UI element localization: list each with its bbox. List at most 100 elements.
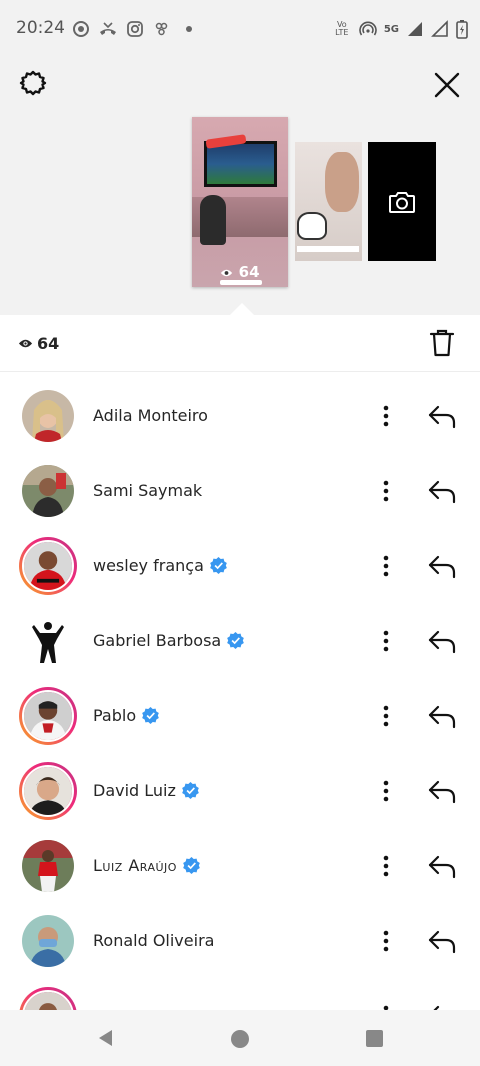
trash-icon[interactable] <box>428 328 456 358</box>
list-item[interactable]: wesley frança <box>0 528 480 603</box>
status-system-icons: Vo LTE 5G <box>332 18 468 40</box>
viewer-name-container: Gabriel Barbosa <box>93 603 245 678</box>
reply-icon[interactable] <box>426 925 458 957</box>
thumbnail-view-count-text: 64 <box>238 263 260 281</box>
battery-icon <box>456 20 468 39</box>
list-item[interactable] <box>0 978 480 1010</box>
avatar-story-ring[interactable] <box>19 987 77 1010</box>
status-time: 20:24 <box>16 18 65 38</box>
story-thumbnail-previous[interactable] <box>295 142 362 261</box>
avatar-image <box>22 390 74 442</box>
view-count: 64 <box>37 334 60 353</box>
list-item[interactable]: Gabriel Barbosa <box>0 603 480 678</box>
app-notification-icon <box>155 22 168 36</box>
list-item[interactable]: Adila Monteiro <box>0 378 480 453</box>
selected-story-pointer <box>230 303 254 315</box>
avatar-image <box>24 992 72 1010</box>
more-options-icon[interactable] <box>376 850 396 882</box>
viewer-name: Sami Saymak <box>93 481 203 500</box>
avatar <box>22 690 74 742</box>
viewer-name: Ronald Oliveira <box>93 931 215 950</box>
eye-icon <box>221 269 233 276</box>
avatar-image <box>22 615 74 667</box>
reply-icon[interactable] <box>426 700 458 732</box>
viewer-name-container: Luiz Araújo <box>93 828 200 903</box>
viewer-name-container: David Luiz <box>93 753 199 828</box>
eye-icon <box>18 339 33 348</box>
avatar[interactable] <box>22 840 74 892</box>
camera-icon <box>389 191 415 213</box>
avatar-image <box>22 465 74 517</box>
thumbnail-caption-bar <box>297 246 359 252</box>
verified-badge-icon <box>210 557 227 574</box>
avatar-story-ring[interactable] <box>19 762 77 820</box>
reply-icon[interactable] <box>426 1000 458 1010</box>
list-item[interactable]: Sami Saymak <box>0 453 480 528</box>
avatar[interactable] <box>22 915 74 967</box>
thumbnail-view-count: 64 <box>192 263 288 281</box>
story-preview-area: 64 <box>0 56 480 315</box>
reply-icon[interactable] <box>426 400 458 432</box>
viewer-name-container: Sami Saymak <box>93 453 202 528</box>
viewer-name: Pablo <box>93 706 137 725</box>
settings-gear-icon[interactable] <box>18 68 48 98</box>
list-item[interactable]: Ronald Oliveira <box>0 903 480 978</box>
avatar-image <box>24 692 72 740</box>
more-options-icon[interactable] <box>376 475 396 507</box>
story-thumbnail-current[interactable]: 64 <box>192 117 288 287</box>
avatar <box>22 540 74 592</box>
network-type: 5G <box>383 23 399 35</box>
viewer-name: Gabriel Barbosa <box>93 631 222 650</box>
thumbnail-image <box>204 141 277 187</box>
more-options-icon[interactable] <box>376 700 396 732</box>
signal-icon <box>431 20 448 37</box>
thumbnail-sticker <box>297 212 327 240</box>
avatar-image <box>22 840 74 892</box>
list-item[interactable]: Luiz Araújo <box>0 828 480 903</box>
avatar-image <box>24 542 72 590</box>
avatar-story-ring[interactable] <box>19 537 77 595</box>
viewer-name: wesley frança <box>93 556 204 575</box>
viewer-name: Adila Monteiro <box>93 406 208 425</box>
viewers-header: 64 <box>0 315 480 372</box>
screen-record-icon <box>73 21 89 37</box>
reply-icon[interactable] <box>426 475 458 507</box>
list-item[interactable]: Pablo <box>0 678 480 753</box>
dot-icon <box>186 26 192 32</box>
reply-icon[interactable] <box>426 850 458 882</box>
avatar-image <box>24 767 72 815</box>
more-options-icon[interactable] <box>376 400 396 432</box>
system-navigation-bar <box>0 1010 480 1066</box>
more-options-icon[interactable] <box>376 775 396 807</box>
close-icon[interactable] <box>432 70 462 100</box>
viewer-name: Luiz Araújo <box>93 856 177 875</box>
viewer-name-container: Adila Monteiro <box>93 378 208 453</box>
avatar <box>22 765 74 817</box>
avatar-story-ring[interactable] <box>19 687 77 745</box>
thumbnail-image <box>325 152 359 212</box>
reply-icon[interactable] <box>426 775 458 807</box>
avatar[interactable] <box>22 390 74 442</box>
status-notification-icons <box>72 20 198 38</box>
more-options-icon[interactable] <box>376 625 396 657</box>
more-options-icon[interactable] <box>376 925 396 957</box>
recent-apps-icon[interactable] <box>366 1030 383 1047</box>
home-icon[interactable] <box>231 1030 249 1048</box>
signal-icon <box>408 22 422 36</box>
avatar <box>22 990 74 1010</box>
thumbnail-image-fan <box>200 195 226 245</box>
thumbnail-caption-bar <box>220 280 262 285</box>
reply-icon[interactable] <box>426 550 458 582</box>
new-story-button[interactable] <box>368 142 436 261</box>
back-icon[interactable] <box>96 1028 116 1048</box>
avatar[interactable] <box>22 465 74 517</box>
verified-badge-icon <box>227 632 245 649</box>
more-options-icon[interactable] <box>376 550 396 582</box>
more-options-icon[interactable] <box>376 1000 396 1010</box>
verified-badge-icon <box>182 782 199 799</box>
viewer-list[interactable]: Adila Monteiro Sami Saymak wesley frança <box>0 373 480 1010</box>
list-item[interactable]: David Luiz <box>0 753 480 828</box>
viewer-name-container: wesley frança <box>93 528 227 603</box>
avatar[interactable] <box>22 615 74 667</box>
reply-icon[interactable] <box>426 625 458 657</box>
